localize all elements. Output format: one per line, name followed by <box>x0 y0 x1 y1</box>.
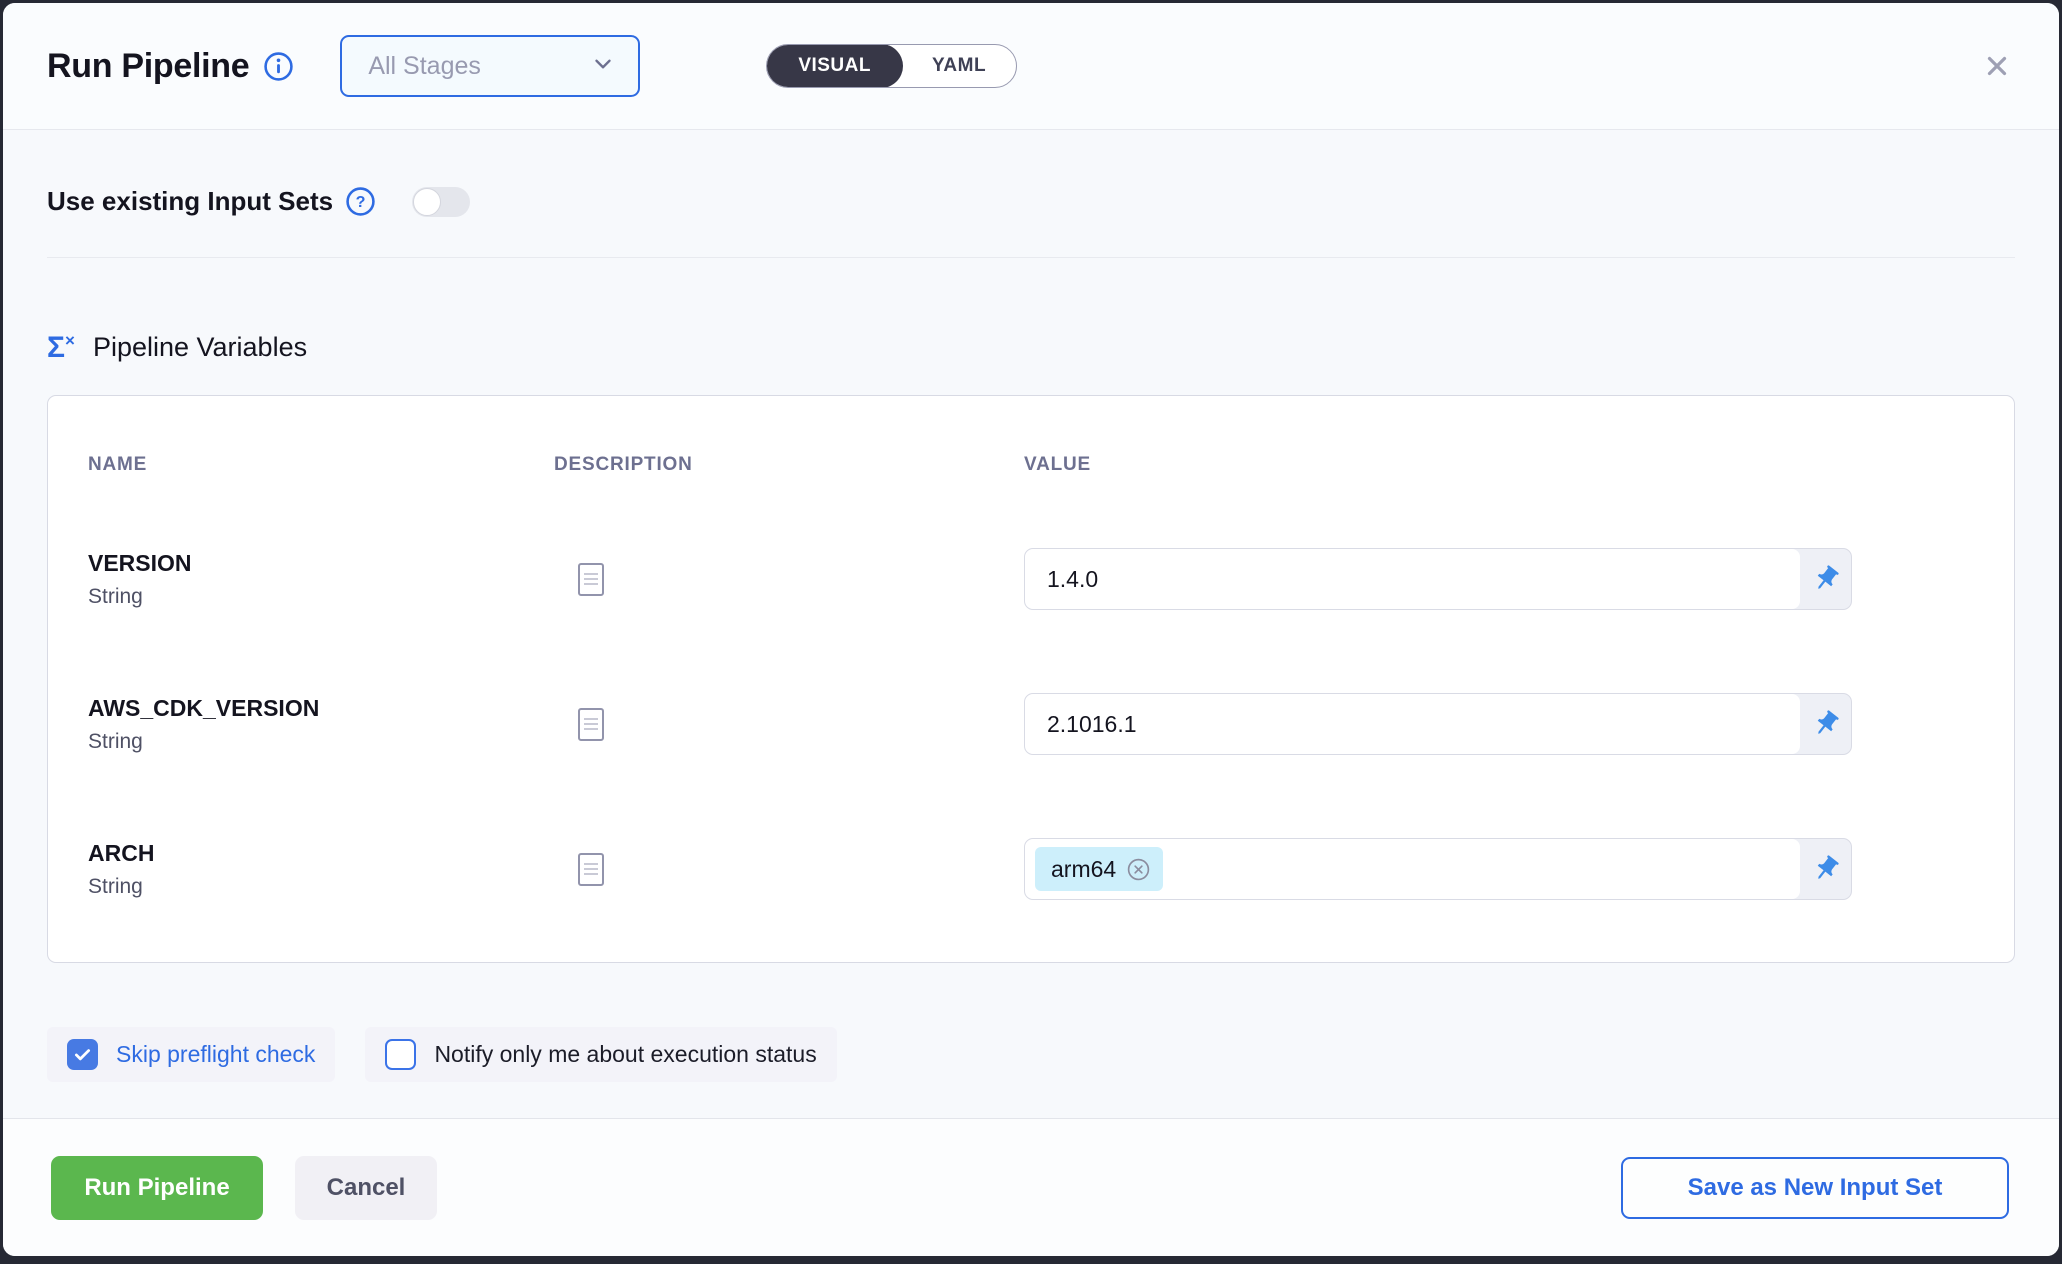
variable-value-tagbox[interactable]: arm64 <box>1025 839 1800 899</box>
variable-description-cell <box>554 563 1024 596</box>
variable-value-input[interactable] <box>1025 694 1800 754</box>
info-icon[interactable] <box>263 51 294 82</box>
variable-value-cell <box>1024 693 1974 755</box>
variable-description-cell <box>554 708 1024 741</box>
use-existing-input-sets-label: Use existing Input Sets <box>47 186 333 217</box>
variables-sigma-icon: Σ× <box>47 332 75 363</box>
checkbox[interactable] <box>385 1039 416 1070</box>
variable-row: VERSION String <box>88 548 1974 610</box>
input-sets-toggle[interactable] <box>412 187 470 217</box>
option-checkbox-pill[interactable]: Skip preflight check <box>47 1027 335 1082</box>
column-header-value: VALUE <box>1024 454 1974 476</box>
pin-icon[interactable] <box>1800 694 1851 754</box>
option-label: Notify only me about execution status <box>434 1041 816 1068</box>
save-as-new-input-set-button[interactable]: Save as New Input Set <box>1621 1157 2009 1219</box>
toggle-knob <box>413 188 441 216</box>
tab-visual[interactable]: VISUAL <box>766 44 903 88</box>
pin-icon[interactable] <box>1800 549 1851 609</box>
variable-description-cell <box>554 853 1024 886</box>
description-doc-icon <box>578 708 604 741</box>
modal-header: Run Pipeline All Stages VISUAL YAML <box>3 3 2059 130</box>
description-doc-icon <box>578 853 604 886</box>
modal-body: Use existing Input Sets ? Σ× Pipeline Va… <box>3 130 2059 1118</box>
stage-selector-value: All Stages <box>368 52 590 81</box>
stage-selector-dropdown[interactable]: All Stages <box>340 35 640 97</box>
value-tag: arm64 <box>1035 847 1163 891</box>
column-header-description: DESCRIPTION <box>554 454 1024 476</box>
page-title: Run Pipeline <box>47 47 249 86</box>
chevron-down-icon <box>590 51 616 82</box>
pipeline-variables-card: NAME DESCRIPTION VALUE VERSION String <box>47 395 2015 963</box>
cancel-button[interactable]: Cancel <box>295 1156 437 1220</box>
pipeline-variables-heading: Σ× Pipeline Variables <box>47 332 2015 363</box>
tab-yaml[interactable]: YAML <box>902 45 1016 87</box>
variable-value-cell <box>1024 548 1974 610</box>
execution-options-row: Skip preflight check Notify only me abou… <box>47 1027 2015 1082</box>
variable-type: String <box>88 875 554 899</box>
modal-footer: Run Pipeline Cancel Save as New Input Se… <box>3 1118 2059 1256</box>
variable-name: AWS_CDK_VERSION <box>88 695 554 722</box>
variable-value-cell: arm64 <box>1024 838 1974 900</box>
option-label: Skip preflight check <box>116 1041 315 1068</box>
column-header-name: NAME <box>88 454 554 476</box>
variables-table-header: NAME DESCRIPTION VALUE <box>88 454 1974 476</box>
variable-name-cell: ARCH String <box>88 840 554 899</box>
variables-table-body: VERSION String AWS_CDK_VERSION Str <box>88 548 1974 900</box>
section-divider <box>47 257 2015 258</box>
svg-text:?: ? <box>356 193 366 211</box>
checkbox[interactable] <box>67 1039 98 1070</box>
tag-remove-icon[interactable] <box>1126 857 1151 882</box>
help-icon[interactable]: ? <box>345 186 376 217</box>
variable-name: VERSION <box>88 550 554 577</box>
variable-row: AWS_CDK_VERSION String <box>88 693 1974 755</box>
view-mode-toggle: VISUAL YAML <box>766 44 1017 88</box>
option-checkbox-pill[interactable]: Notify only me about execution status <box>365 1027 836 1082</box>
pipeline-variables-title: Pipeline Variables <box>93 332 307 363</box>
variable-name: ARCH <box>88 840 554 867</box>
variable-value-input[interactable] <box>1025 549 1800 609</box>
pin-icon[interactable] <box>1800 839 1851 899</box>
variable-name-cell: VERSION String <box>88 550 554 609</box>
variable-value-field: arm64 <box>1024 838 1852 900</box>
variable-type: String <box>88 585 554 609</box>
use-existing-input-sets-row: Use existing Input Sets ? <box>47 186 2015 217</box>
variable-name-cell: AWS_CDK_VERSION String <box>88 695 554 754</box>
description-doc-icon <box>578 563 604 596</box>
variable-value-field <box>1024 548 1852 610</box>
run-pipeline-button[interactable]: Run Pipeline <box>51 1156 263 1220</box>
variable-type: String <box>88 730 554 754</box>
variable-value-field <box>1024 693 1852 755</box>
variable-row: ARCH String arm64 <box>88 838 1974 900</box>
run-pipeline-modal: Run Pipeline All Stages VISUAL YAML <box>3 3 2059 1256</box>
close-icon[interactable] <box>1975 44 2019 88</box>
